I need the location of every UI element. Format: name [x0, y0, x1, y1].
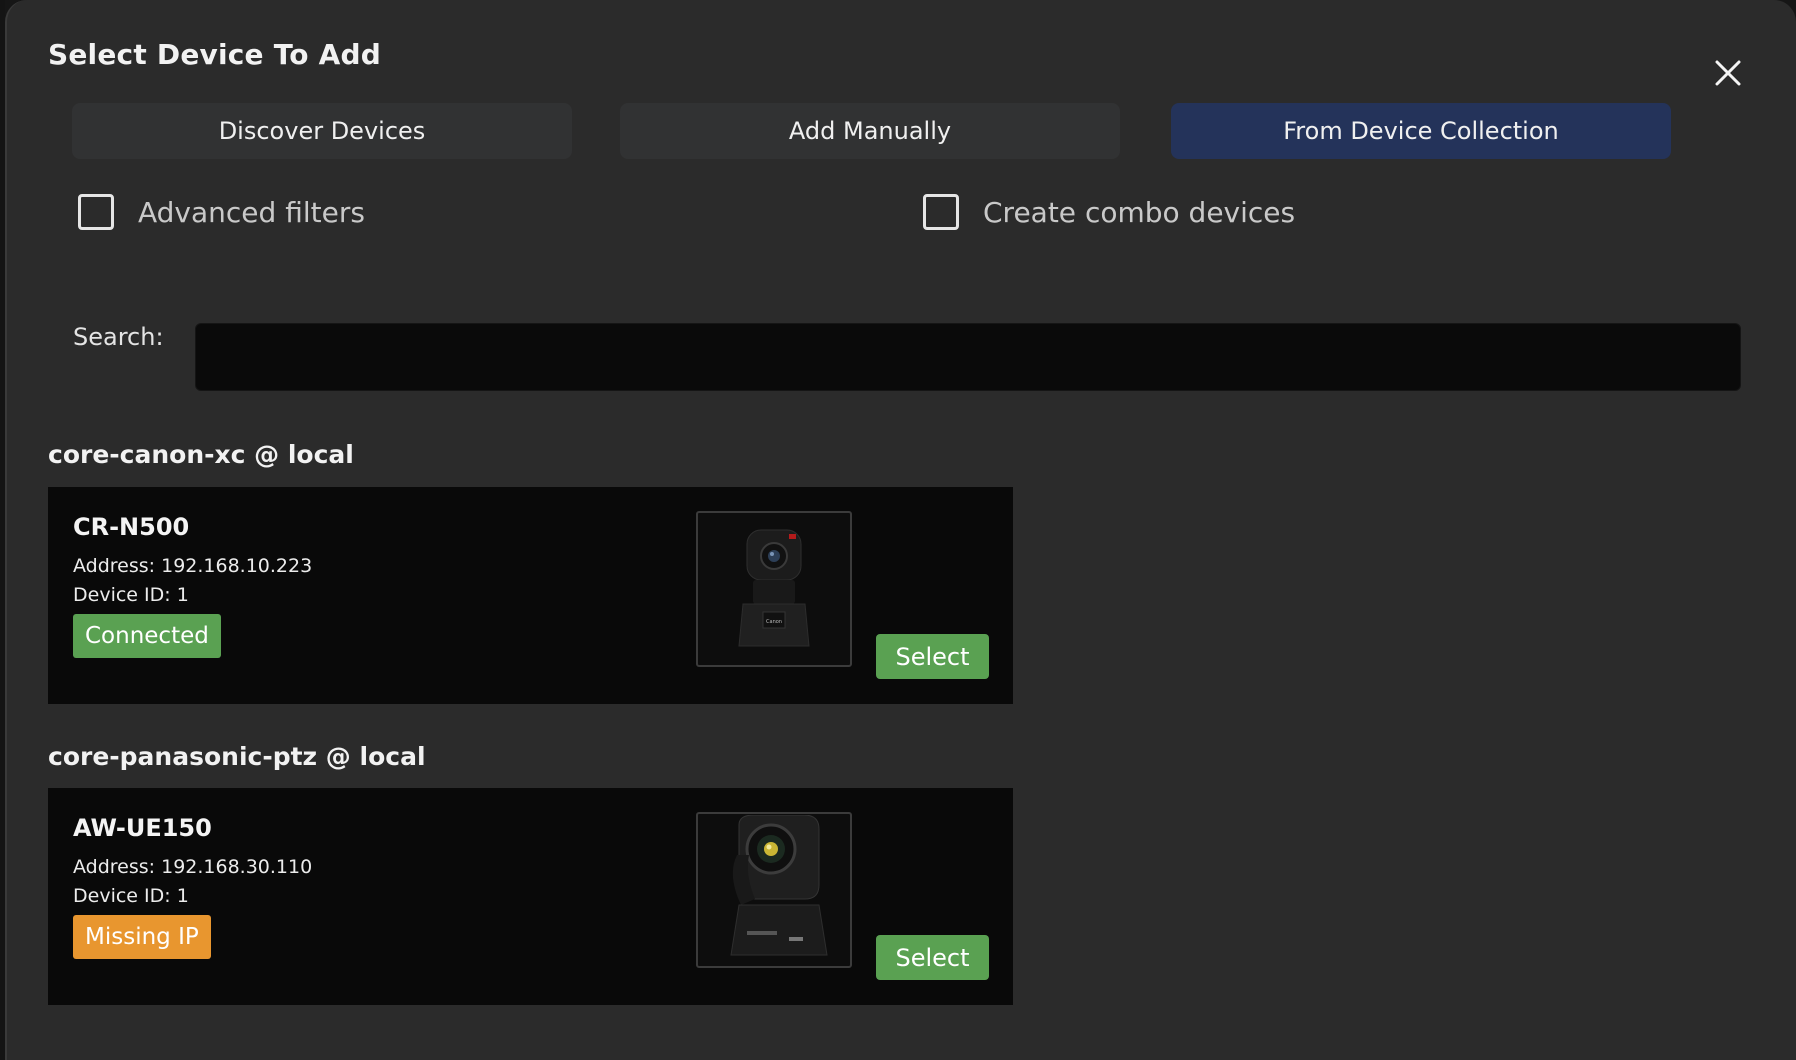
group-title: core-canon-xc @ local — [48, 440, 354, 469]
create-combo-devices-checkbox[interactable] — [923, 194, 959, 230]
svg-text:Canon: Canon — [766, 619, 782, 625]
status-badge: Missing IP — [73, 915, 211, 959]
tab-bar: Discover Devices Add Manually From Devic… — [72, 103, 1671, 159]
device-card: AW-UE150 Address: 192.168.30.110 Device … — [48, 788, 1013, 1005]
advanced-filters-label: Advanced filters — [138, 195, 365, 229]
device-name: AW-UE150 — [73, 814, 212, 842]
search-input[interactable] — [195, 323, 1741, 391]
device-id: Device ID: 1 — [73, 885, 189, 907]
advanced-filters-checkbox[interactable] — [78, 194, 114, 230]
device-address: Address: 192.168.30.110 — [73, 856, 313, 878]
status-badge: Connected — [73, 614, 221, 658]
device-thumbnail — [696, 812, 852, 968]
tab-discover-devices[interactable]: Discover Devices — [72, 103, 572, 159]
advanced-filters-row: Advanced filters — [78, 194, 365, 230]
combo-devices-row: Create combo devices — [923, 194, 1295, 230]
search-label: Search: — [73, 323, 164, 351]
group-title: core-panasonic-ptz @ local — [48, 742, 426, 771]
device-address: Address: 192.168.10.223 — [73, 555, 313, 577]
ptz-camera-canon-icon: Canon — [738, 529, 810, 647]
device-card: CR-N500 Address: 192.168.10.223 Device I… — [48, 487, 1013, 704]
dialog-title: Select Device To Add — [48, 38, 382, 71]
device-thumbnail: Canon — [696, 511, 852, 667]
select-button[interactable]: Select — [876, 935, 989, 980]
create-combo-devices-label: Create combo devices — [983, 195, 1296, 229]
close-button[interactable] — [1710, 55, 1746, 91]
device-name: CR-N500 — [73, 513, 190, 541]
device-id: Device ID: 1 — [73, 584, 189, 606]
close-icon — [1715, 60, 1741, 86]
tab-add-manually[interactable]: Add Manually — [620, 103, 1120, 159]
select-device-dialog: Select Device To Add Discover Devices Ad… — [5, 0, 1796, 1060]
ptz-camera-panasonic-icon — [730, 815, 828, 956]
select-button[interactable]: Select — [876, 634, 989, 679]
tab-from-device-collection[interactable]: From Device Collection — [1171, 103, 1671, 159]
